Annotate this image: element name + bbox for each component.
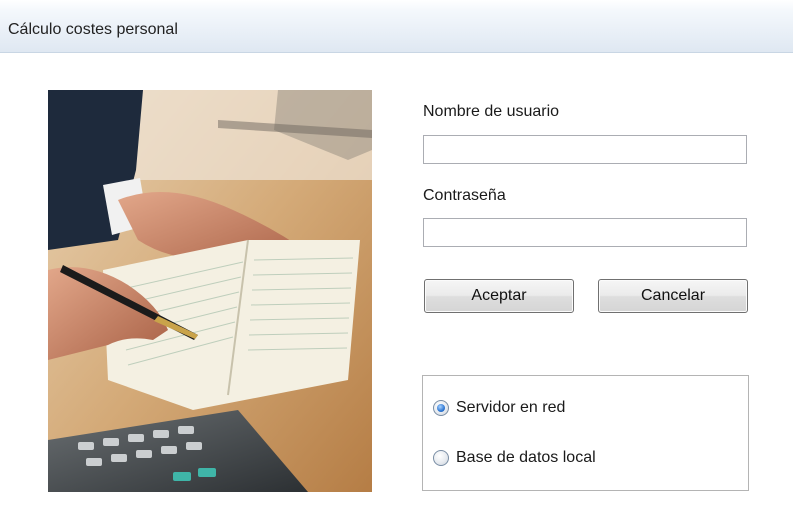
- radio-label-network-server: Servidor en red: [456, 399, 566, 416]
- radio-button-checked[interactable]: [433, 400, 449, 416]
- password-field[interactable]: [423, 218, 747, 247]
- radio-option-local-database[interactable]: Base de datos local: [433, 449, 596, 467]
- window-title: Cálculo costes personal: [8, 21, 178, 38]
- username-label: Nombre de usuario: [423, 103, 560, 120]
- username-field[interactable]: [423, 135, 747, 164]
- radio-option-network-server[interactable]: Servidor en red: [433, 399, 565, 417]
- password-label: Contraseña: [423, 187, 506, 204]
- radio-button-unchecked[interactable]: [433, 450, 449, 466]
- accept-button[interactable]: Aceptar: [424, 279, 574, 313]
- title-bar[interactable]: Cálculo costes personal: [0, 0, 793, 53]
- accounting-photo: [48, 90, 372, 492]
- radio-label-local-database: Base de datos local: [456, 449, 596, 466]
- login-window: Cálculo costes personal Nombre de usuari…: [0, 0, 793, 532]
- connection-mode-group: Servidor en red Base de datos local: [422, 375, 749, 491]
- cancel-button[interactable]: Cancelar: [598, 279, 748, 313]
- accounting-photo-illustration: [48, 90, 372, 492]
